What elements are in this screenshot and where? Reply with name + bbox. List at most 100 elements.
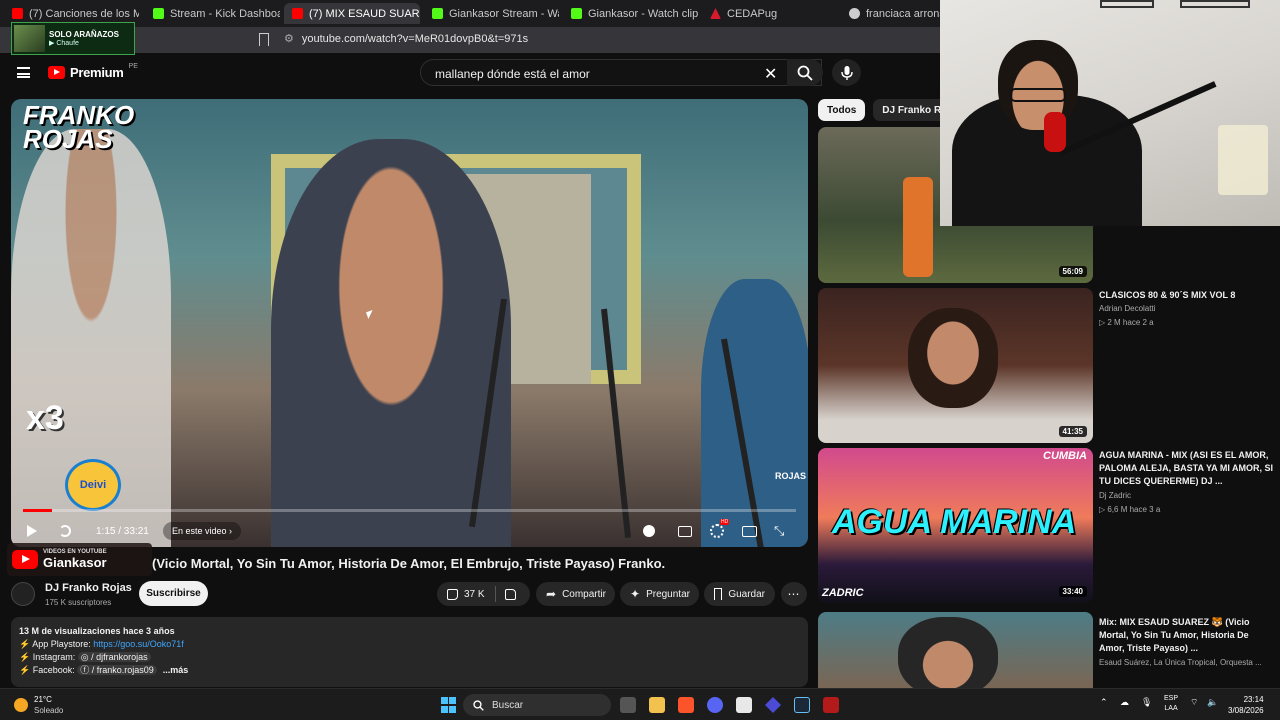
- suggestion-channel[interactable]: Adrian Decolatti: [1099, 304, 1155, 313]
- thumbnail-figure: [898, 617, 998, 688]
- app-diamond-icon[interactable]: [765, 697, 781, 713]
- youtube-icon: [12, 8, 23, 19]
- weather-description[interactable]: Soleado: [34, 706, 63, 715]
- duration-badge: 41:35: [1058, 426, 1087, 437]
- tray-chevron-icon[interactable]: ⌃: [1100, 697, 1108, 708]
- theater-icon: [742, 525, 757, 537]
- site-settings-icon[interactable]: ⚙: [284, 32, 294, 45]
- suggestion-channel[interactable]: Dj Zadric: [1099, 491, 1131, 500]
- suggestion-meta: ▷ 6,6 M hace 3 a: [1099, 505, 1161, 514]
- onedrive-icon[interactable]: ☁: [1120, 697, 1129, 708]
- play-icon: [27, 525, 37, 537]
- fullscreen-icon: ⤡: [774, 523, 785, 538]
- tab-franciaca[interactable]: franciaca arronson ed: [841, 3, 940, 24]
- share-button[interactable]: ➦ Compartir: [536, 582, 615, 606]
- pause-toggle-icon: [643, 525, 655, 537]
- youtube-premium-logo[interactable]: Premium PE: [48, 63, 138, 80]
- speaker-icon[interactable]: 🔈: [1207, 697, 1218, 708]
- tab-cedapug[interactable]: CEDAPug: [702, 3, 837, 24]
- like-count[interactable]: 37 K: [464, 589, 485, 600]
- suggestion-thumbnail[interactable]: CUMBIA AGUA MARINA ZADRIC 33:40: [818, 448, 1093, 603]
- giankasor-watermark: VIDEOS EN YOUTUBE Giankasor: [7, 543, 152, 576]
- kick-icon: [571, 8, 582, 19]
- description-line-app: ⚡ App Playstore: https://goo.su/Ooko71f: [19, 639, 184, 649]
- streamer-microphone: [1044, 112, 1066, 152]
- suggestion-title[interactable]: Mix: MIX ESAUD SUAREZ 🐯 (Vicio Mortal, Y…: [1099, 616, 1274, 655]
- search-input[interactable]: mallanep dónde está el amor: [435, 67, 590, 81]
- weather-temperature[interactable]: 21°C: [34, 695, 52, 704]
- taskbar-search[interactable]: Buscar: [463, 694, 611, 716]
- autoplay-toggle[interactable]: [643, 519, 655, 543]
- suggestion-channel[interactable]: Esaud Suárez, La Única Tropical, Orquest…: [1099, 658, 1274, 667]
- voice-search-button[interactable]: [832, 59, 861, 86]
- playstore-link[interactable]: https://goo.su/Ooko71f: [93, 639, 184, 649]
- url-field[interactable]: ⚙ youtube.com/watch?v=MeR01dovpB0&t=971s: [284, 32, 528, 46]
- instagram-link[interactable]: ◎ / djfrankorojas: [77, 652, 151, 662]
- show-more-link[interactable]: ...más: [163, 665, 189, 675]
- fullscreen-button[interactable]: ⤡: [774, 519, 784, 543]
- deivi-badge: Deivi: [65, 459, 121, 511]
- windows-start-icon[interactable]: [441, 697, 457, 713]
- suggestion-title[interactable]: CLASICOS 80 & 90´S MIX VOL 8: [1099, 289, 1274, 302]
- video-player[interactable]: FRANKO ROJAS x3 Deivi ROJAS 1:15 / 33:21…: [11, 99, 808, 547]
- suggestion-title[interactable]: AGUA MARINA - MIX (ASI ES EL AMOR, PALOM…: [1099, 449, 1274, 488]
- video-description[interactable]: 13 M de visualizaciones hace 3 años ⚡ Ap…: [11, 617, 808, 687]
- webcam-overlay: [940, 0, 1280, 226]
- capcut-icon[interactable]: [736, 697, 752, 713]
- tray-mic-icon[interactable]: 🎙: [1141, 697, 1152, 708]
- save-button[interactable]: Guardar: [704, 582, 775, 606]
- streamer-glasses: [1010, 88, 1066, 102]
- theater-mode-button[interactable]: [742, 519, 757, 543]
- brave-browser-icon[interactable]: [678, 697, 694, 713]
- chip-todos[interactable]: Todos: [818, 99, 866, 121]
- discord-icon[interactable]: [707, 697, 723, 713]
- wall-picture-frame: [1100, 0, 1154, 8]
- volume-button[interactable]: [59, 519, 71, 543]
- google-icon: [849, 8, 860, 19]
- more-actions-button[interactable]: ⋯: [781, 582, 807, 606]
- file-explorer-icon[interactable]: [649, 697, 665, 713]
- channel-name[interactable]: DJ Franko Rojas: [45, 582, 132, 594]
- system-clock[interactable]: 23:14 3/08/2026: [1228, 694, 1264, 716]
- channel-avatar[interactable]: [11, 582, 35, 606]
- search-icon: [797, 65, 813, 81]
- clear-search-icon[interactable]: ✕: [764, 64, 777, 84]
- hamburger-menu-icon[interactable]: [17, 67, 30, 78]
- tab-kick-dashboard[interactable]: Stream - Kick Dashboard: [145, 3, 280, 24]
- overlay-title: SOLO ARAÑAZOS: [49, 30, 119, 39]
- overlay-subtitle: ▶ Chaufe: [49, 40, 79, 47]
- dota-icon[interactable]: [823, 697, 839, 713]
- dislike-icon[interactable]: [504, 588, 516, 600]
- like-dislike-group: 37 K: [437, 582, 530, 606]
- progress-bar[interactable]: [23, 509, 796, 512]
- wifi-icon[interactable]: ⌔: [1190, 697, 1198, 708]
- suggestion-thumbnail[interactable]: 41:35: [818, 288, 1093, 443]
- subscribe-button[interactable]: Suscribirse: [139, 581, 208, 606]
- settings-button[interactable]: [710, 519, 730, 543]
- weather-sun-icon[interactable]: [14, 698, 28, 712]
- task-view-icon[interactable]: [620, 697, 636, 713]
- progress-fill: [23, 509, 52, 512]
- like-divider: [494, 586, 496, 602]
- facebook-link[interactable]: ⓕ / franko.rojas09: [77, 665, 157, 675]
- tab-giankasor-stream[interactable]: Giankasor Stream - Watch Live: [424, 3, 559, 24]
- chapters-button[interactable]: En este video ›: [163, 519, 242, 543]
- play-button[interactable]: [27, 519, 37, 543]
- duration-badge: 56:09: [1058, 266, 1087, 277]
- tab-giankasor-clips[interactable]: Giankasor - Watch clips on Ki: [563, 3, 698, 24]
- bookmark-icon[interactable]: [259, 33, 269, 46]
- steam-icon[interactable]: [794, 697, 810, 713]
- search-box[interactable]: mallanep dónde está el amor ✕: [420, 59, 822, 86]
- time-display: 1:15 / 33:21: [96, 525, 149, 537]
- subscriber-count: 175 K suscriptores: [45, 598, 112, 607]
- suggestion-thumbnail[interactable]: [818, 612, 1093, 688]
- search-button[interactable]: [787, 59, 823, 86]
- youtube-icon: [292, 8, 303, 19]
- tab-mix-esaud-suarez[interactable]: (7) MIX ESAUD SUAREZ✕: [284, 3, 420, 24]
- input-language[interactable]: ESP LAA: [1164, 694, 1178, 714]
- subtitles-button[interactable]: [678, 519, 692, 543]
- ask-button[interactable]: ✦ Preguntar: [620, 582, 699, 606]
- like-icon[interactable]: [447, 588, 458, 600]
- youtube-logo-icon: [12, 550, 38, 569]
- tab-canciones[interactable]: (7) Canciones de los Mundiales: [4, 3, 139, 24]
